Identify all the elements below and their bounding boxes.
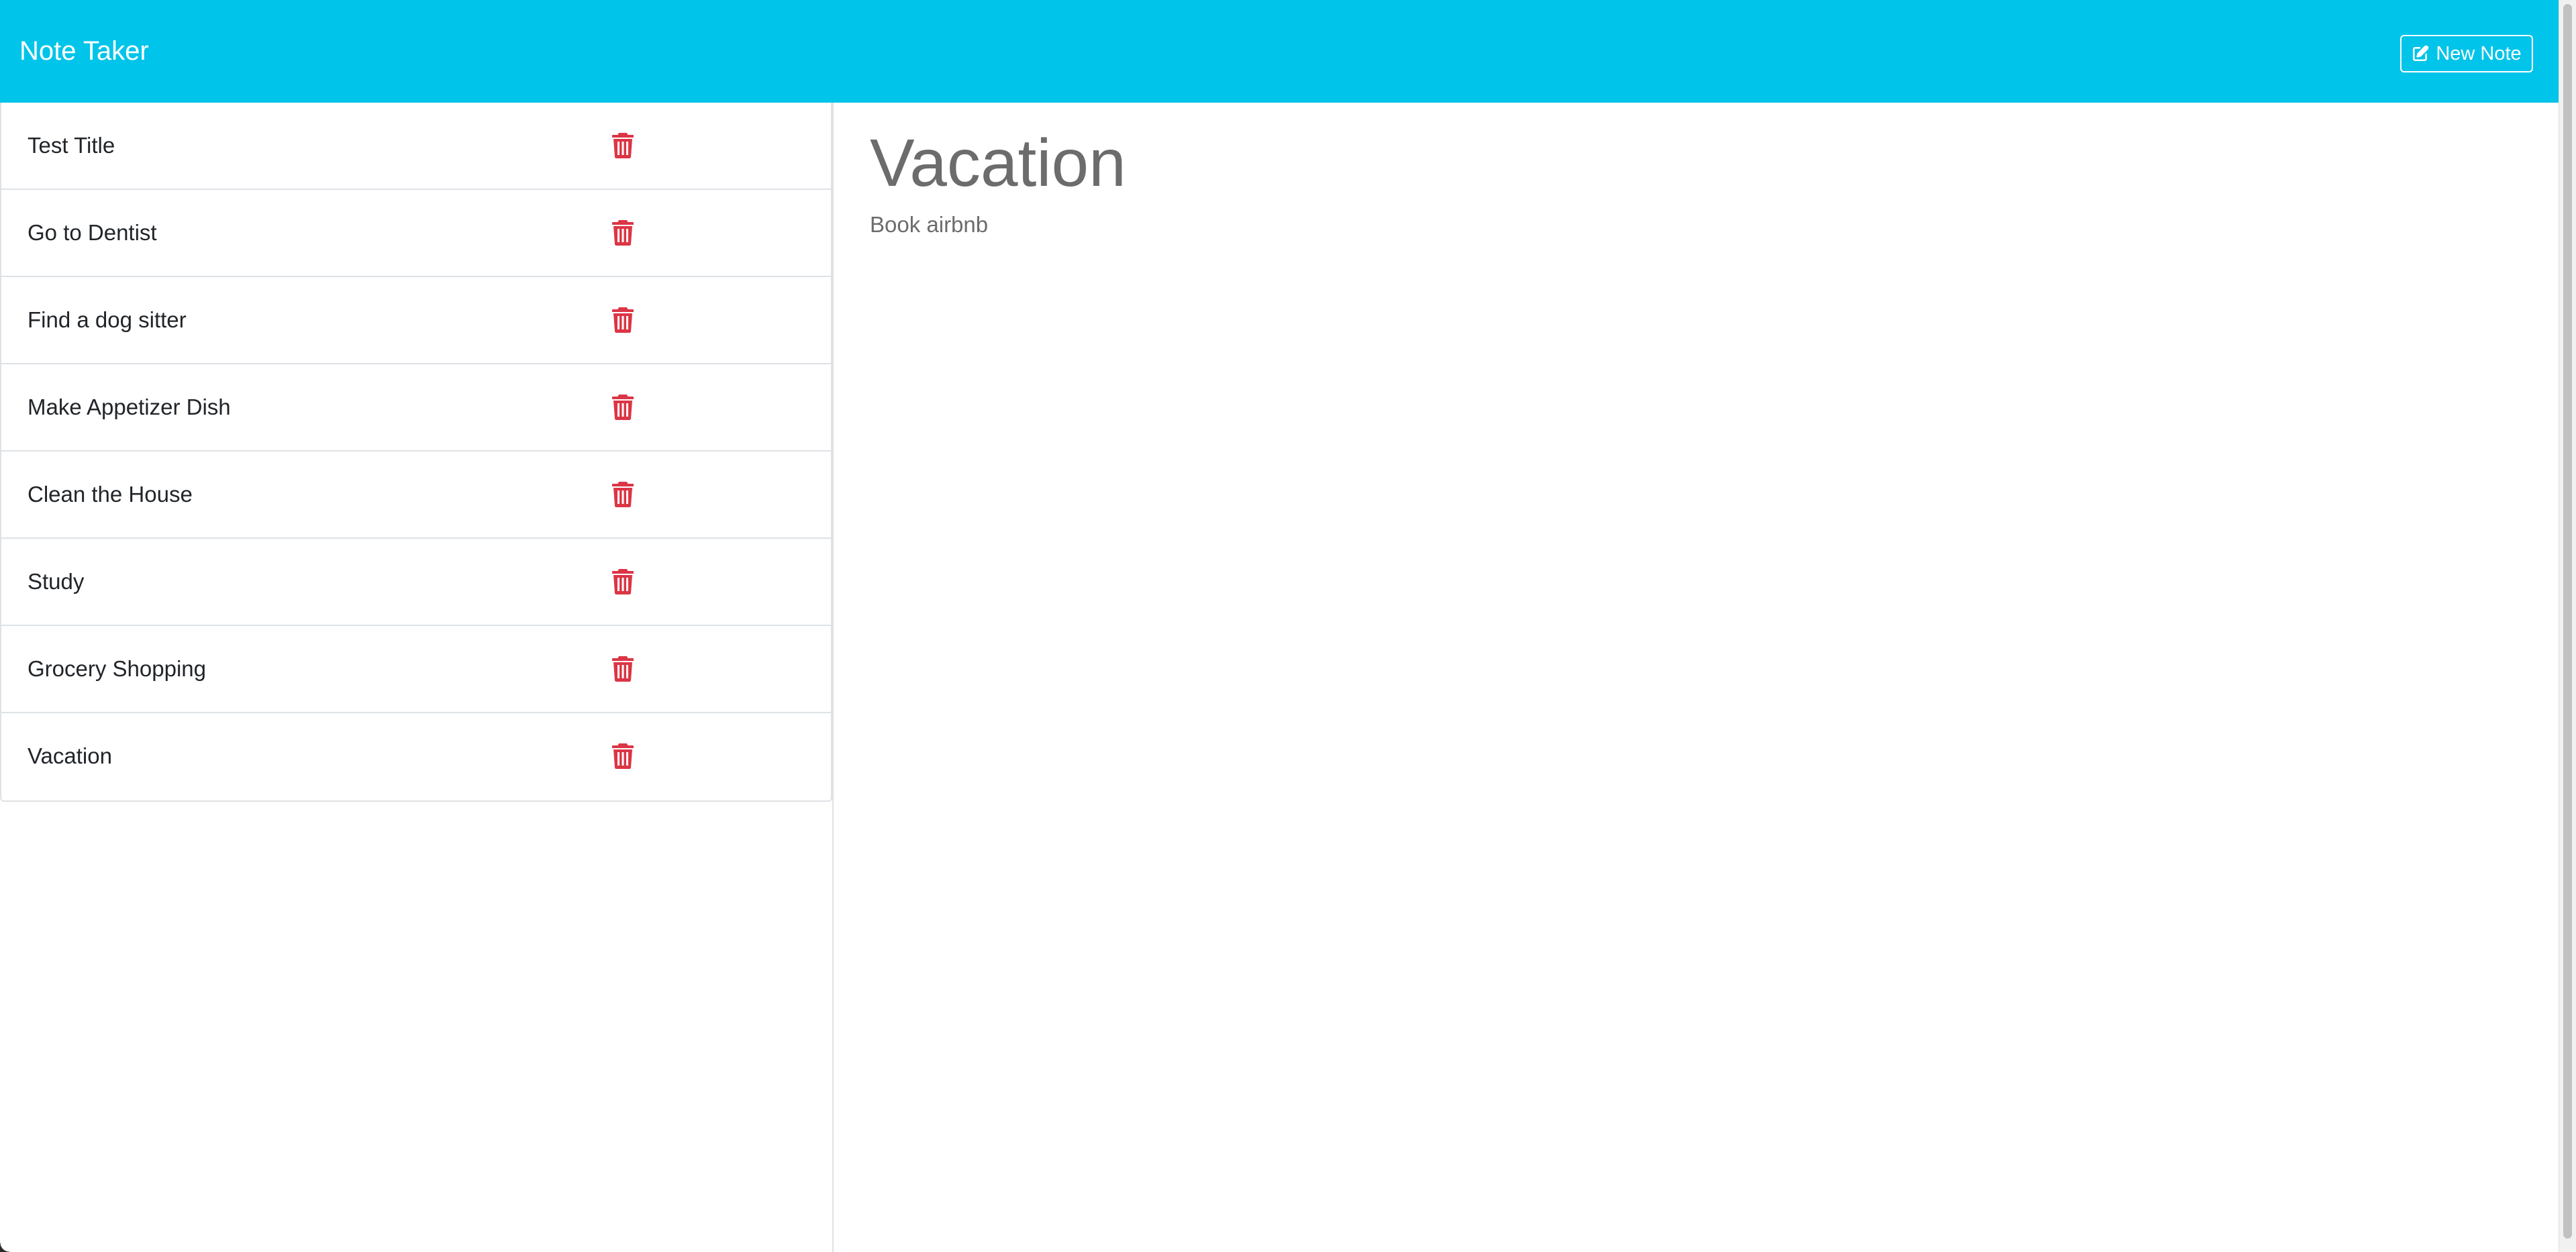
note-list-panel: Test Title Go to Dentist Find a dog sitt… xyxy=(0,103,834,1252)
trash-icon[interactable] xyxy=(612,307,634,333)
trash-icon[interactable] xyxy=(612,395,634,421)
list-item[interactable]: Study xyxy=(1,539,831,626)
note-title: Vacation xyxy=(28,743,112,768)
trash-icon[interactable] xyxy=(612,133,634,159)
note-title: Clean the House xyxy=(28,482,193,507)
vertical-scrollbar[interactable] xyxy=(2559,0,2576,1252)
note-title-input[interactable]: Vacation xyxy=(870,117,1126,209)
note-text-area[interactable]: Book airbnb xyxy=(870,209,988,241)
trash-icon[interactable] xyxy=(612,569,634,595)
trash-icon[interactable] xyxy=(612,220,634,246)
note-editor: Vacation Book airbnb xyxy=(835,103,2559,1252)
note-title: Find a dog sitter xyxy=(28,307,187,332)
new-note-label: New Note xyxy=(2436,42,2522,64)
list-item[interactable]: Test Title xyxy=(1,103,831,190)
list-item[interactable]: Clean the House xyxy=(1,452,831,539)
note-list: Test Title Go to Dentist Find a dog sitt… xyxy=(0,103,832,802)
trash-icon[interactable] xyxy=(612,656,634,682)
list-item[interactable]: Find a dog sitter xyxy=(1,277,831,364)
list-item[interactable]: Go to Dentist xyxy=(1,190,831,277)
brand-title[interactable]: Note Taker xyxy=(19,32,149,70)
window-corner xyxy=(0,1243,9,1252)
list-item[interactable]: Grocery Shopping xyxy=(1,626,831,713)
list-item[interactable]: Vacation xyxy=(1,713,831,800)
new-note-button[interactable]: New Note xyxy=(2400,35,2533,72)
navbar: Note Taker New Note xyxy=(0,0,2559,103)
note-title: Study xyxy=(28,569,85,594)
note-title: Grocery Shopping xyxy=(28,656,206,681)
trash-icon[interactable] xyxy=(612,743,634,770)
edit-icon xyxy=(2412,45,2429,62)
note-title: Make Appetizer Dish xyxy=(28,395,231,419)
page: Note Taker New Note Test Title Go to Den… xyxy=(0,0,2576,1252)
note-title: Test Title xyxy=(28,133,115,158)
trash-icon[interactable] xyxy=(612,482,634,508)
note-title: Go to Dentist xyxy=(28,220,157,245)
list-item[interactable]: Make Appetizer Dish xyxy=(1,364,831,452)
scrollbar-thumb[interactable] xyxy=(2563,4,2572,1239)
